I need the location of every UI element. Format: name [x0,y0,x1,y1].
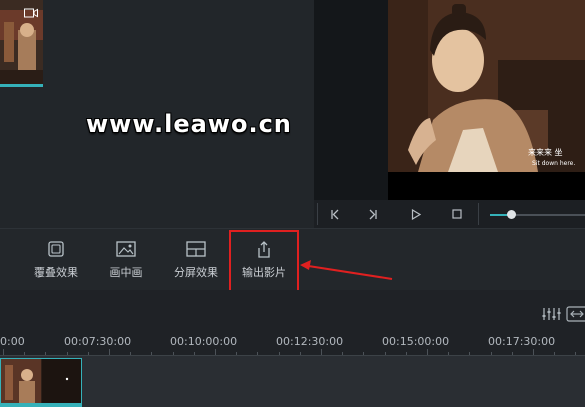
timecode-label: 00:10:00:00 [170,335,238,348]
stop-icon[interactable] [444,200,470,228]
export-highlight-box [229,230,299,293]
step-forward-icon[interactable] [360,200,386,228]
clip-selection-bar [0,403,82,407]
timecode-label: 00:07:30:00 [64,335,132,348]
subtitle-english: Sit down here. [532,160,575,167]
audio-mixer-icon[interactable] [540,305,562,323]
video-preview[interactable]: 来来来 坐 Sit down here. [388,0,585,172]
timecode-label: 00:15:00:00 [382,335,450,348]
overlay-icon [48,241,64,257]
watermark-text: www.leawo.cn [86,110,292,138]
annotation-arrow [300,260,393,280]
split-screen-button[interactable]: 分屏效果 [166,240,226,280]
timeline-clip[interactable] [0,358,82,405]
step-back-icon[interactable] [322,200,348,228]
controls-divider [317,203,318,225]
picture-in-picture-label: 画中画 [109,266,143,279]
controls-divider [478,203,479,225]
thumbnail-progress [0,84,43,87]
play-icon[interactable] [403,200,429,228]
preview-frame: 来来来 坐 Sit down here. [388,0,585,172]
video-track [0,356,585,407]
picture-in-picture-icon [116,241,136,257]
volume-slider-handle[interactable] [507,210,516,219]
timecode-label: 0:00 [0,335,25,348]
picture-in-picture-button[interactable]: 画中画 [96,240,156,280]
timecode-label: 00:17:30:00 [488,335,556,348]
overlay-label: 覆叠效果 [34,266,78,279]
clip-thumbnails [1,359,81,404]
preview-letterbox [388,172,585,200]
split-screen-label: 分屏效果 [174,266,218,279]
media-thumbnail[interactable] [0,0,43,86]
video-camera-icon [24,8,38,18]
split-screen-icon [186,241,206,257]
fit-timeline-icon[interactable] [566,305,585,323]
timecode-label: 00:12:30:00 [276,335,344,348]
subtitle-chinese: 来来来 坐 [528,148,563,157]
overlay-button[interactable]: 覆叠效果 [26,240,86,280]
